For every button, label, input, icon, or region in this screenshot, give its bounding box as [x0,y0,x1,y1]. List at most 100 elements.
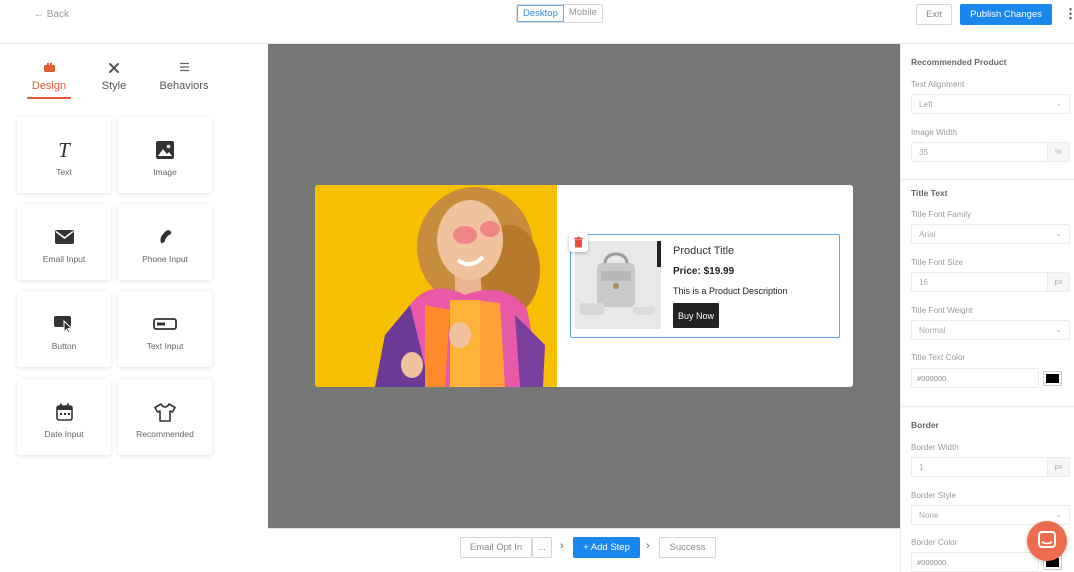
recommended-product-block[interactable]: Product Title Price: $19.99 This is a Pr… [570,234,840,338]
popup-preview-card[interactable]: Product Title Price: $19.99 This is a Pr… [315,185,853,387]
text-alignment-label: Text Alignment [911,80,965,89]
phone-icon [118,226,212,248]
add-step-button[interactable]: + Add Step [573,537,640,558]
image-icon [118,139,212,161]
shirt-icon [118,401,212,423]
section-divider [901,179,1074,180]
hero-image[interactable] [315,185,557,387]
more-options-icon[interactable]: ⋮ [1064,7,1074,20]
delete-block-button[interactable] [569,233,588,252]
section-divider [901,406,1074,407]
title-font-family-value: Arial [919,230,936,239]
product-image[interactable] [575,241,661,329]
tab-behaviors[interactable]: Behaviors [158,62,210,92]
text-icon: T [58,137,70,162]
title-color-swatch[interactable] [1043,371,1062,386]
exit-button[interactable]: Exit [916,4,952,25]
mobile-toggle[interactable]: Mobile [564,5,602,22]
element-tile-recommended[interactable]: Recommended [118,379,212,455]
product-description[interactable]: This is a Product Description [673,286,788,296]
element-tile-phone-input[interactable]: Phone Input [118,204,212,280]
panel-tabs: Design Style Behaviors [0,44,268,104]
app-root: ← Back Desktop Mobile Exit Publish Chang… [0,0,1074,572]
email-icon [17,226,111,248]
tab-style[interactable]: Style [98,62,130,92]
border-width-unit: px [1047,458,1069,476]
step-email-opt-in[interactable]: Email Opt In [460,537,532,558]
element-tile-label: Image [153,167,177,177]
buy-now-button[interactable]: Buy Now [673,303,719,328]
element-tile-button[interactable]: Button [17,291,111,367]
top-bar: ← Back Desktop Mobile Exit Publish Chang… [0,0,1074,44]
title-font-family-label: Title Font Family [911,210,972,219]
chat-icon [1038,531,1056,548]
title-font-size-input[interactable]: 16 px [911,272,1070,292]
device-toggle: Desktop Mobile [516,4,603,23]
title-font-family-select[interactable]: Arial ⌄ [911,224,1070,244]
desktop-toggle[interactable]: Desktop [517,5,564,22]
tab-behaviors-label: Behaviors [159,80,209,92]
back-link[interactable]: ← Back [34,9,69,20]
tab-design-label: Design [31,80,67,92]
title-font-size-value: 16 [919,278,929,287]
title-text-color-input[interactable]: #000000 [911,368,1039,388]
title-font-size-label: Title Font Size [911,258,964,267]
button-icon [17,313,111,335]
chevron-right-icon: › [646,540,650,552]
product-price[interactable]: Price: $19.99 [673,266,734,277]
title-font-weight-select[interactable]: Normal ⌄ [911,320,1070,340]
chevron-down-icon: ⌄ [1055,99,1062,108]
chevron-right-icon: › [560,540,564,552]
border-color-label: Border Color [911,538,958,547]
element-tile-label: Email Input [42,254,86,264]
element-tile-date-input[interactable]: Date Input [17,379,111,455]
chevron-down-icon: ⌄ [1055,510,1062,519]
tab-style-label: Style [101,80,127,92]
section-border: Border [911,420,939,430]
section-title-text: Title Text [911,188,948,198]
element-tile-label: Text [56,167,72,177]
element-tile-label: Phone Input [142,254,188,264]
product-title[interactable]: Product Title [673,245,734,257]
element-tile-text[interactable]: T Text [17,117,111,193]
section-recommended-product: Recommended Product [911,57,1007,67]
title-font-weight-label: Title Font Weight [911,306,973,315]
image-width-unit: % [1047,143,1069,161]
publish-changes-button[interactable]: Publish Changes [960,4,1052,25]
element-tile-email-input[interactable]: Email Input [17,204,111,280]
elements-panel: Design Style Behaviors T Text Image Emai… [0,44,268,572]
chat-launcher-button[interactable] [1027,521,1067,561]
title-font-size-unit: px [1047,273,1069,291]
chevron-down-icon: ⌄ [1055,229,1062,238]
behaviors-icon [158,62,210,76]
active-tab-indicator [27,97,71,99]
border-style-value: None [919,511,939,520]
image-width-label: Image Width [911,128,957,137]
step-more-button[interactable]: ... [532,537,552,558]
text-input-icon [118,313,212,335]
border-width-value: 1 [919,463,924,472]
trash-icon [574,236,583,248]
properties-panel: Recommended Product Text Alignment Left … [900,44,1074,572]
design-icon [31,62,67,76]
tab-design[interactable]: Design [27,62,71,99]
image-width-input[interactable]: 35 % [911,142,1070,162]
text-alignment-select[interactable]: Left ⌄ [911,94,1070,114]
style-icon [98,62,130,76]
border-color-input[interactable]: #000000 [911,552,1039,572]
border-style-label: Border Style [911,491,957,500]
element-tile-label: Date Input [44,429,84,439]
border-width-input[interactable]: 1 px [911,457,1070,477]
element-tile-text-input[interactable]: Text Input [118,291,212,367]
text-alignment-value: Left [919,100,933,109]
element-tile-image[interactable]: Image [118,117,212,193]
step-success[interactable]: Success [659,537,716,558]
image-width-value: 35 [919,148,929,157]
chevron-down-icon: ⌄ [1055,325,1062,334]
step-bar: Email Opt In ... › + Add Step › Success [268,528,900,572]
title-text-color-label: Title Text Color [911,353,966,362]
element-tile-label: Recommended [136,429,194,439]
border-width-label: Border Width [911,443,959,452]
element-tile-label: Text Input [146,341,184,351]
date-icon [17,401,111,423]
